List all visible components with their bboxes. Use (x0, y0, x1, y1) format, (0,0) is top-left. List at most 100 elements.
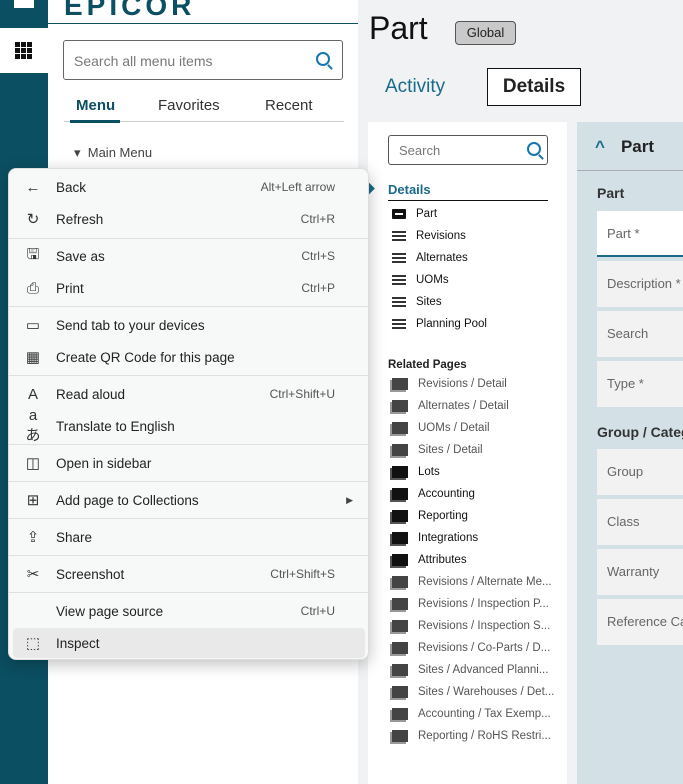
nav-section-details[interactable]: Details (388, 182, 548, 201)
menu-item-label: Save as (56, 248, 105, 264)
nav-item[interactable]: Planning Pool (392, 318, 487, 330)
form-field[interactable]: Part * (597, 211, 683, 257)
form-field[interactable]: Type * (597, 361, 683, 407)
tree-main-menu[interactable]: ▾ Main Menu (74, 145, 152, 161)
tab-favorites[interactable]: Favorites (158, 97, 220, 114)
context-menu-item[interactable]: ← Back Alt+Left arrow (13, 172, 365, 202)
related-page-item[interactable]: Attributes (392, 554, 467, 566)
menu-item-label: Translate to English (56, 418, 175, 434)
tree-label: Main Menu (87, 145, 153, 160)
related-page-label: Alternates / Detail (418, 400, 509, 412)
divider (48, 23, 358, 24)
part-section-header[interactable]: ^ Part (577, 122, 683, 171)
menu-separator (9, 375, 368, 376)
pages-icon (392, 576, 408, 588)
menu-separator (9, 518, 368, 519)
related-page-item[interactable]: Sites / Detail (392, 444, 483, 456)
related-page-label: Revisions / Alternate Me... (418, 576, 552, 588)
share-icon: ⇪ (26, 529, 40, 546)
context-menu-item[interactable]: ⇪ Share (13, 522, 365, 552)
related-page-item[interactable]: Sites / Warehouses / Det... (392, 686, 554, 698)
nav-item[interactable]: UOMs (392, 274, 449, 286)
pages-icon (392, 554, 408, 566)
shortcut-label: Ctrl+R (300, 212, 335, 226)
translate-to-english-icon: aあ (25, 407, 41, 444)
related-page-item[interactable]: Reporting / RoHS Restri... (392, 730, 551, 742)
send-tab-to-your-devices-icon: ▭ (25, 317, 41, 334)
pages-icon (392, 400, 408, 412)
related-page-item[interactable]: UOMs / Detail (392, 422, 490, 434)
tab-menu[interactable]: Menu (76, 97, 115, 114)
menu-search-input[interactable]: Search all menu items (63, 40, 343, 80)
menu-separator (9, 481, 368, 482)
related-page-label: Revisions / Co-Parts / D... (418, 642, 551, 654)
menu-item-label: Screenshot (56, 566, 125, 582)
shortcut-label: Ctrl+P (301, 281, 335, 295)
context-menu-item[interactable]: View page source Ctrl+U (13, 596, 365, 626)
form-field[interactable]: Class (597, 499, 683, 545)
context-menu-item[interactable]: A Read aloud Ctrl+Shift+U (13, 379, 365, 409)
shortcut-label: Ctrl+Shift+U (269, 387, 335, 401)
search-icon[interactable] (316, 52, 330, 66)
screenshot-icon: ✂ (26, 566, 40, 583)
related-page-item[interactable]: Lots (392, 466, 440, 478)
related-page-label: UOMs / Detail (418, 422, 490, 434)
tab-recent[interactable]: Recent (265, 97, 313, 114)
context-menu-item[interactable]: ⊞ Add page to Collections ▶ (13, 485, 365, 515)
form-field[interactable]: Warranty (597, 549, 683, 595)
tab-activity[interactable]: Activity (385, 76, 445, 98)
related-page-label: Revisions / Inspection S... (418, 620, 551, 632)
active-tab-indicator (70, 120, 120, 123)
form-field[interactable]: Description * (597, 261, 683, 307)
context-menu-item[interactable]: ▭ Send tab to your devices (13, 310, 365, 340)
context-menu-item[interactable]: ▦ Create QR Code for this page (13, 342, 365, 372)
related-page-item[interactable]: Reporting (392, 510, 468, 522)
search-icon[interactable] (527, 142, 541, 156)
form-field[interactable]: Search (597, 311, 683, 357)
search-placeholder: Search all menu items (74, 53, 213, 69)
related-page-item[interactable]: Revisions / Alternate Me... (392, 576, 552, 588)
nav-item[interactable]: Part (392, 208, 437, 220)
home-icon[interactable] (14, 0, 34, 8)
related-page-item[interactable]: Integrations (392, 532, 478, 544)
context-menu-item[interactable]: ⬚ Inspect (13, 628, 365, 658)
related-page-label: Integrations (418, 532, 479, 544)
pages-icon (392, 664, 408, 676)
related-page-item[interactable]: Sites / Advanced Planni... (392, 664, 548, 676)
related-page-item[interactable]: Accounting / Tax Exemp... (392, 708, 551, 720)
form-field[interactable]: Group (597, 449, 683, 495)
menu-item-label: Read aloud (56, 386, 126, 402)
related-page-item[interactable]: Revisions / Inspection S... (392, 620, 550, 632)
related-page-label: Revisions / Detail (418, 378, 507, 390)
details-nav: Search Details Related Pages Part Revisio… (362, 122, 567, 784)
related-page-item[interactable]: Accounting (392, 488, 475, 500)
tab-details[interactable]: Details (487, 68, 581, 106)
card-icon (392, 209, 406, 219)
pages-icon (392, 598, 408, 610)
related-page-item[interactable]: Revisions / Co-Parts / D... (392, 642, 550, 654)
related-page-label: Sites / Detail (418, 444, 483, 456)
related-page-item[interactable]: Revisions / Inspection P... (392, 598, 549, 610)
nav-item[interactable]: Sites (392, 296, 442, 308)
related-page-item[interactable]: Alternates / Detail (392, 400, 509, 412)
nav-item[interactable]: Alternates (392, 252, 468, 264)
context-menu-item[interactable]: ⎙ Print Ctrl+P (13, 273, 365, 303)
print-icon: ⎙ (26, 279, 39, 297)
part-form-panel: ^ Part Part Group / Catego Part *Descript… (577, 122, 683, 784)
context-menu-item[interactable]: aあ Translate to English (13, 407, 365, 444)
nav-search-input[interactable]: Search (388, 135, 548, 165)
related-page-item[interactable]: Revisions / Detail (392, 378, 507, 390)
context-menu-item[interactable]: ↻ Refresh Ctrl+R (13, 204, 365, 234)
context-menu-item[interactable]: ✂ Screenshot Ctrl+Shift+S (13, 559, 365, 589)
shortcut-label: Ctrl+U (300, 604, 335, 618)
context-menu-item[interactable]: ◫ Open in sidebar (13, 448, 365, 478)
menu-item-label: Inspect (56, 635, 100, 651)
pages-icon (392, 510, 408, 522)
nav-item[interactable]: Revisions (392, 230, 466, 242)
chevron-up-icon[interactable]: ^ (595, 137, 605, 156)
form-field[interactable]: Reference Ca (597, 599, 683, 645)
browser-context-menu: ← Back Alt+Left arrow ↻ Refresh Ctrl+R 🖫 Save a… (8, 168, 369, 660)
context-menu-item[interactable]: 🖫 Save as Ctrl+S (13, 241, 365, 271)
related-page-label: Accounting / Tax Exemp... (418, 708, 551, 720)
shortcut-label: Ctrl+Shift+S (270, 567, 335, 581)
